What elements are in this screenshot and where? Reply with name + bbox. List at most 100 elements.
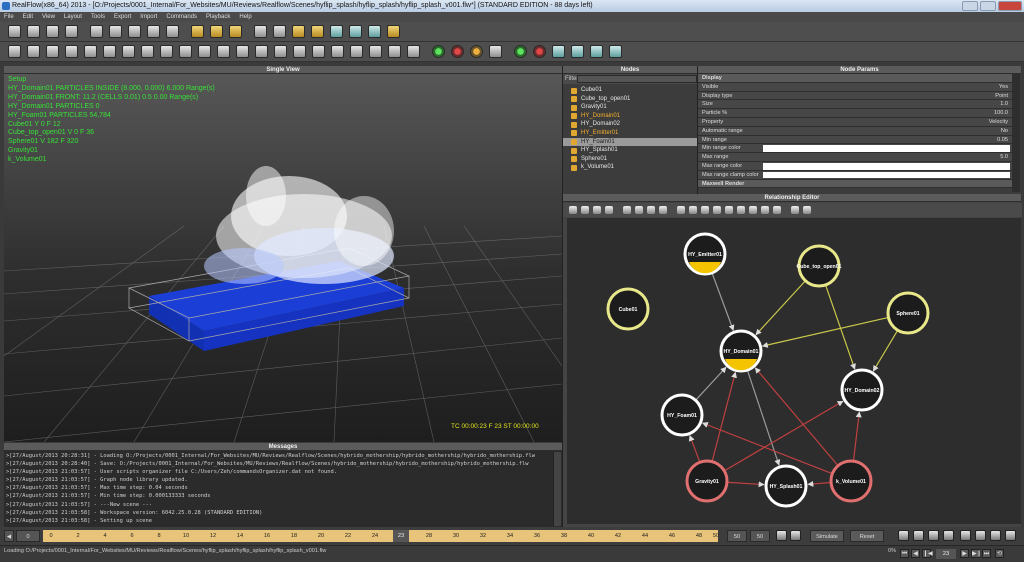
camera-view-icon[interactable] xyxy=(975,530,986,541)
node-list-item[interactable]: Gravity01 xyxy=(563,103,698,112)
timeline-slider[interactable]: 0246810121416182022242628303234363840424… xyxy=(43,530,719,542)
layout-4-icon[interactable] xyxy=(65,45,78,58)
open-scene-icon[interactable] xyxy=(27,25,40,38)
filter-input[interactable] xyxy=(577,75,697,83)
range-start-field[interactable]: 50 xyxy=(727,530,747,542)
menu-layout[interactable]: Layout xyxy=(64,12,82,22)
prev-frame-button[interactable]: ◀ xyxy=(911,549,920,558)
layout-21-icon[interactable] xyxy=(388,45,401,58)
node-list-item[interactable]: HY_Foam01 xyxy=(563,137,698,147)
param-row[interactable]: Visible Yes xyxy=(698,82,1012,92)
preview-icon[interactable] xyxy=(990,530,1001,541)
param-row[interactable]: Particle % 100.0 xyxy=(698,109,1012,118)
layout-14-icon[interactable] xyxy=(255,45,268,58)
null-icon[interactable] xyxy=(368,25,381,38)
cube-icon[interactable] xyxy=(254,25,267,38)
settings-icon[interactable] xyxy=(1005,530,1016,541)
param-row[interactable]: Min range 0.05 xyxy=(698,135,1012,145)
menu-commands[interactable]: Commands xyxy=(166,12,197,22)
param-row[interactable]: Property Velocity xyxy=(698,117,1012,127)
reset-sim-icon[interactable] xyxy=(489,45,502,58)
param-row[interactable]: Automatic range No xyxy=(698,126,1012,136)
sync-tool-icon[interactable] xyxy=(761,206,769,214)
param-value[interactable]: 1.0 xyxy=(1000,100,1008,109)
timeline-start-field[interactable]: 0 xyxy=(16,530,40,542)
params-scrollbar[interactable] xyxy=(1012,74,1020,192)
graph-node[interactable]: Sphere01 xyxy=(886,291,930,335)
close-button[interactable] xyxy=(998,1,1022,11)
menu-playback[interactable]: Playback xyxy=(206,12,230,22)
select-icon[interactable] xyxy=(90,25,103,38)
render-icon[interactable] xyxy=(960,530,971,541)
layout-12-icon[interactable] xyxy=(217,45,230,58)
graph-node[interactable]: HY_Foam01 xyxy=(660,393,704,437)
loop-icon[interactable] xyxy=(776,530,787,541)
filter-tool-icon[interactable] xyxy=(701,206,709,214)
reset-button[interactable]: Reset xyxy=(850,530,884,542)
node-list-item[interactable]: HY_Domain01 xyxy=(563,112,698,121)
cylinder-icon[interactable] xyxy=(330,25,343,38)
new-scene-icon[interactable] xyxy=(8,25,21,38)
layout-13-icon[interactable] xyxy=(236,45,249,58)
step-back-button[interactable]: ❙◀ xyxy=(922,549,933,558)
graph-icon[interactable] xyxy=(210,25,223,38)
layout-7-icon[interactable] xyxy=(122,45,135,58)
wave-tool-icon[interactable] xyxy=(725,206,733,214)
layout-15-icon[interactable] xyxy=(274,45,287,58)
layout-16-icon[interactable] xyxy=(293,45,306,58)
layout-11-icon[interactable] xyxy=(198,45,211,58)
cone-icon[interactable] xyxy=(311,25,324,38)
rotate-icon[interactable] xyxy=(128,25,141,38)
color-swatch[interactable] xyxy=(763,162,1010,170)
layout-17-icon[interactable] xyxy=(312,45,325,58)
layout-5-icon[interactable] xyxy=(84,45,97,58)
param-value[interactable]: No xyxy=(1001,127,1008,136)
relationship-graph[interactable]: HY_Emitter01 Cube_top_open01 Cube01 Sphere0… xyxy=(567,218,1021,524)
plugin-view-icon[interactable] xyxy=(943,530,954,541)
layout-8-icon[interactable] xyxy=(141,45,154,58)
plane-icon[interactable] xyxy=(349,25,362,38)
step-forward-button[interactable]: ▶❙ xyxy=(971,549,982,558)
color-swatch[interactable] xyxy=(763,171,1010,179)
first-frame-button[interactable]: ⏮ xyxy=(900,549,909,558)
node-list-item[interactable]: HY_Domain02 xyxy=(563,120,698,129)
param-value[interactable]: Point xyxy=(995,92,1008,101)
graph-node[interactable]: k_Volume01 xyxy=(829,459,873,503)
sphere-icon[interactable] xyxy=(273,25,286,38)
node-list-item[interactable]: Sphere01 xyxy=(563,155,698,164)
loop-playback-button[interactable]: ⟲ xyxy=(995,549,1004,558)
simulate-button[interactable]: Simulate xyxy=(810,530,844,542)
graph-node[interactable]: Gravity01 xyxy=(685,459,729,503)
param-value[interactable]: Velocity xyxy=(989,118,1008,127)
layout-6-icon[interactable] xyxy=(103,45,116,58)
node-list-item[interactable]: HY_Splash01 xyxy=(563,146,698,155)
record-icon[interactable] xyxy=(470,45,483,58)
node-list-item[interactable]: Cube_top_open01 xyxy=(563,95,698,104)
domain-tool-icon[interactable] xyxy=(635,206,643,214)
folder-tool-icon[interactable] xyxy=(737,206,745,214)
node-list-item[interactable]: HY_Emitter01 xyxy=(563,129,698,138)
import-icon[interactable] xyxy=(387,25,400,38)
batch-icon[interactable] xyxy=(229,25,242,38)
single-view-viewport[interactable]: Single View Setup HY_Domain01 PARTICLES … xyxy=(4,66,562,442)
param-row[interactable]: Display type Point xyxy=(698,91,1012,101)
layout-9-icon[interactable] xyxy=(160,45,173,58)
timeline-current-frame[interactable]: 23 xyxy=(393,530,409,542)
camera-tool-icon[interactable] xyxy=(689,206,697,214)
export-tool-icon[interactable] xyxy=(749,206,757,214)
graph-node[interactable]: HY_Splash01 xyxy=(764,464,808,508)
mesh-tool-icon[interactable] xyxy=(677,206,685,214)
layout-1-icon[interactable] xyxy=(8,45,21,58)
refresh-tool-icon[interactable] xyxy=(593,206,601,214)
menu-edit[interactable]: Edit xyxy=(23,12,33,22)
unlink-icon[interactable] xyxy=(609,45,622,58)
layout-19-icon[interactable] xyxy=(350,45,363,58)
node-list-item[interactable]: Cube01 xyxy=(563,86,698,95)
param-value[interactable]: 100.0 xyxy=(994,109,1008,118)
layout-2-icon[interactable] xyxy=(27,45,40,58)
messages-scrollbar[interactable] xyxy=(553,452,561,526)
maximize-button[interactable] xyxy=(980,1,996,11)
param-row[interactable]: Max range clamp color xyxy=(698,170,1012,180)
graph-node[interactable]: HY_Domain02 xyxy=(840,368,884,412)
graph-node[interactable]: HY_Domain01 xyxy=(719,329,763,373)
